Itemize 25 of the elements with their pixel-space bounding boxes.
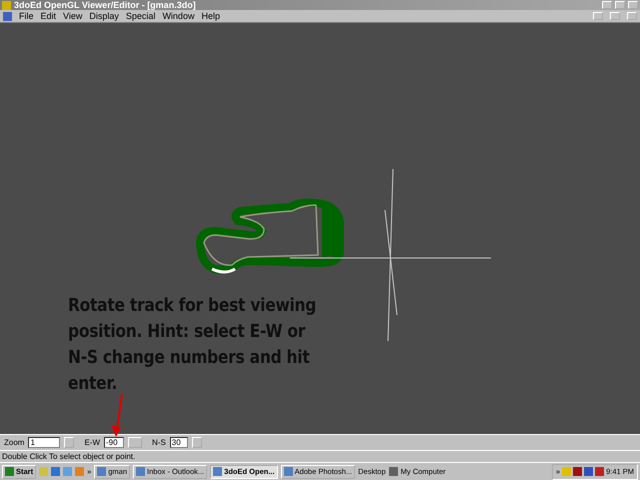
status-text: Double Click To select object or point. — [0, 450, 640, 462]
pointer-arrow — [111, 394, 123, 437]
number-field[interactable]: 1 — [28, 437, 60, 448]
spin-button[interactable] — [192, 437, 202, 448]
menu-item[interactable]: View — [63, 11, 82, 21]
computer-icon[interactable] — [388, 467, 398, 476]
app-icon — [2, 0, 11, 10]
maximize-button[interactable] — [615, 1, 625, 9]
menu-item[interactable]: Edit — [40, 11, 56, 21]
instruction-text: Rotate track for best viewing position. Hint: select E-W or N-S change numbers and hit enter. — [68, 294, 318, 396]
spin-button[interactable] — [64, 437, 74, 448]
menu-item[interactable]: Window — [162, 11, 194, 21]
number-field[interactable]: 30 — [170, 437, 188, 448]
menu-item[interactable]: Special — [126, 11, 156, 21]
menu-item[interactable]: Display — [89, 11, 119, 21]
field-label: Zoom — [4, 438, 24, 447]
number-field[interactable]: -90 — [104, 437, 124, 448]
menu-item[interactable]: Help — [201, 11, 220, 21]
document-icon[interactable] — [3, 12, 12, 20]
spin-button[interactable] — [128, 437, 142, 448]
restore-button[interactable] — [610, 12, 620, 20]
field-label: E-W — [84, 438, 100, 447]
field-label: N-S — [152, 438, 166, 447]
menu-item[interactable]: File — [19, 11, 34, 21]
window-title: 3doEd OpenGL Viewer/Editor - [gman.3do] — [14, 0, 197, 10]
